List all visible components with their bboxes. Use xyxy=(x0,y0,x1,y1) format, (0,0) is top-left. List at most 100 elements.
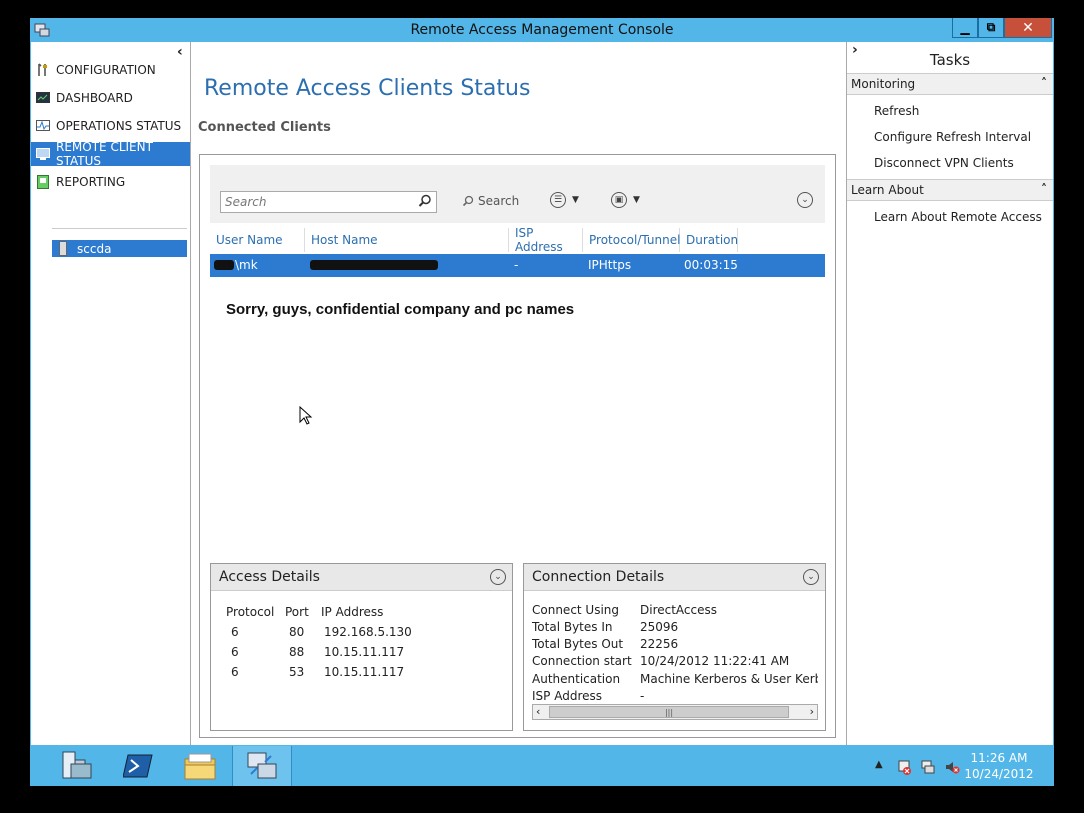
search-icon[interactable] xyxy=(418,194,432,208)
detail-label: Connect Using xyxy=(532,603,620,617)
taskbar: ▲ 11:26 AM 10/24/2012 xyxy=(30,746,1054,786)
nav-item-configuration[interactable]: CONFIGURATION xyxy=(31,58,190,82)
access-port: 53 xyxy=(289,665,305,679)
pulse-icon xyxy=(36,119,50,133)
chevron-up-icon[interactable]: ˄ xyxy=(1041,182,1047,196)
column-label: Host Name xyxy=(311,233,378,247)
powershell-button[interactable] xyxy=(108,746,168,786)
task-configure-refresh-interval[interactable]: Configure Refresh Interval xyxy=(874,130,1031,144)
network-icon[interactable] xyxy=(920,759,936,775)
toolbar: Search Search ☰ ▼ ▣ ▼ ⌄ xyxy=(210,165,825,223)
view-options-button[interactable]: ☰ ▼ xyxy=(550,192,579,208)
nav-item-label: REPORTING xyxy=(56,175,126,189)
annotation-note: Sorry, guys, confidential company and pc… xyxy=(226,301,575,318)
access-details-panel: Access Details ⌄ Protocol Port IP Addres… xyxy=(210,563,513,731)
access-protocol: 6 xyxy=(231,625,239,639)
task-refresh[interactable]: Refresh xyxy=(874,104,919,118)
server-node[interactable]: sccda xyxy=(52,240,187,257)
section-title: Connected Clients xyxy=(198,120,331,135)
list-icon: ☰ xyxy=(550,192,566,208)
nav-item-label: CONFIGURATION xyxy=(56,63,156,77)
chevron-down-icon: ▼ xyxy=(572,195,579,205)
restore-icon: ⧉ xyxy=(986,20,996,34)
detail-label: ISP Address xyxy=(532,689,602,703)
action-center-icon[interactable] xyxy=(896,759,912,775)
detail-label: Connection start xyxy=(532,654,632,668)
nav-item-label: OPERATIONS STATUS xyxy=(56,119,182,133)
nav-item-label: REMOTE CLIENT STATUS xyxy=(56,140,153,168)
access-ip: 10.15.11.117 xyxy=(324,665,405,679)
column-label: Duration xyxy=(686,233,739,247)
access-ip: 192.168.5.130 xyxy=(324,625,412,639)
table-row[interactable]: \mk - IPHttps 00:03:15 xyxy=(210,254,825,277)
access-details-title: Access Details xyxy=(219,569,320,585)
column-header-isp-address[interactable]: ISP Address xyxy=(509,226,583,254)
redaction-mark xyxy=(310,260,438,270)
expand-icon[interactable]: ⌄ xyxy=(797,192,813,208)
task-group-label: Learn About xyxy=(851,183,924,197)
column-label: Protocol xyxy=(226,605,275,619)
server-manager-icon xyxy=(62,751,92,779)
column-header-protocol-tunnel[interactable]: Protocol/Tunnel xyxy=(583,228,680,252)
search-placeholder: Search xyxy=(225,195,267,209)
column-label: ISP Address xyxy=(515,226,563,254)
horizontal-scrollbar[interactable]: ‹ ||| › xyxy=(532,704,818,720)
main-content: Remote Access Clients Status Connected C… xyxy=(191,42,847,745)
nav-item-dashboard[interactable]: DASHBOARD xyxy=(31,86,190,110)
file-explorer-button[interactable] xyxy=(170,746,230,786)
restore-button[interactable]: ⧉ xyxy=(978,18,1004,38)
divider xyxy=(52,228,187,229)
access-port: 80 xyxy=(289,625,305,639)
volume-muted-icon[interactable] xyxy=(944,759,960,775)
task-disconnect-vpn-clients[interactable]: Disconnect VPN Clients xyxy=(874,156,1014,170)
column-header-host-name[interactable]: Host Name xyxy=(305,228,509,252)
detail-value: DirectAccess xyxy=(640,603,718,617)
nav-item-operations-status[interactable]: OPERATIONS STATUS xyxy=(31,114,190,138)
detail-label: Authentication xyxy=(532,672,621,686)
show-hidden-icons-icon[interactable]: ▲ xyxy=(875,759,883,770)
search-input[interactable]: Search xyxy=(220,191,437,213)
detail-value: 10/24/2012 11:22:41 AM xyxy=(640,654,790,668)
clock-time[interactable]: 11:26 AM xyxy=(964,751,1034,765)
clock-date[interactable]: 10/24/2012 xyxy=(964,767,1034,781)
save-icon: ▣ xyxy=(611,192,627,208)
powershell-icon xyxy=(123,754,153,778)
connection-details-header[interactable]: Connection Details ⌄ xyxy=(524,564,825,591)
access-protocol: 6 xyxy=(231,645,239,659)
connection-details-panel: Connection Details ⌄ Connect Using Direc… xyxy=(523,563,826,731)
tasks-pane: › Tasks Monitoring ˄ Refresh Configure R… xyxy=(847,42,1053,745)
nav-item-remote-client-status[interactable]: REMOTE CLIENT STATUS xyxy=(31,140,190,168)
scroll-right-icon[interactable]: › xyxy=(810,705,814,718)
search-button-label: Search xyxy=(478,194,520,208)
detail-value: Machine Kerberos & User Kerberc xyxy=(640,672,818,686)
expand-icon[interactable]: ⌄ xyxy=(803,569,819,585)
scroll-left-icon[interactable]: ‹ xyxy=(536,705,540,718)
nav-item-reporting[interactable]: REPORTING xyxy=(31,170,190,194)
minimize-button[interactable]: ▁ xyxy=(952,18,978,38)
task-learn-about-remote-access[interactable]: Learn About Remote Access xyxy=(874,210,1042,224)
save-query-button[interactable]: ▣ ▼ xyxy=(611,192,640,208)
title-bar[interactable]: Remote Access Management Console ▁ ⧉ ✕ xyxy=(30,18,1054,42)
detail-label: Total Bytes Out xyxy=(532,637,624,651)
detail-value: - xyxy=(640,689,645,703)
expand-icon[interactable]: ⌄ xyxy=(490,569,506,585)
task-group-learn-about[interactable]: Learn About ˄ xyxy=(847,179,1053,201)
close-button[interactable]: ✕ xyxy=(1004,18,1052,38)
nav-item-label: DASHBOARD xyxy=(56,91,133,105)
access-ip: 10.15.11.117 xyxy=(324,645,405,659)
navigation-pane: ‹ CONFIGURATION DASHBOARD OPERATIONS STA… xyxy=(31,42,191,745)
task-group-monitoring[interactable]: Monitoring ˄ xyxy=(847,73,1053,95)
window-title: Remote Access Management Console xyxy=(410,22,674,38)
access-details-header[interactable]: Access Details ⌄ xyxy=(211,564,512,591)
server-manager-button[interactable] xyxy=(46,746,106,786)
search-button[interactable]: Search xyxy=(462,194,519,208)
column-header-duration[interactable]: Duration xyxy=(680,228,738,252)
scrollbar-thumb[interactable]: ||| xyxy=(549,706,789,718)
access-port: 88 xyxy=(289,645,305,659)
chevron-up-icon[interactable]: ˄ xyxy=(1041,76,1047,90)
server-icon xyxy=(59,241,67,256)
column-header-user-name[interactable]: User Name xyxy=(210,228,305,252)
app-window: Remote Access Management Console ▁ ⧉ ✕ ‹… xyxy=(30,18,1054,746)
detail-value: 22256 xyxy=(640,637,679,651)
remote-access-console-button[interactable] xyxy=(232,746,292,786)
